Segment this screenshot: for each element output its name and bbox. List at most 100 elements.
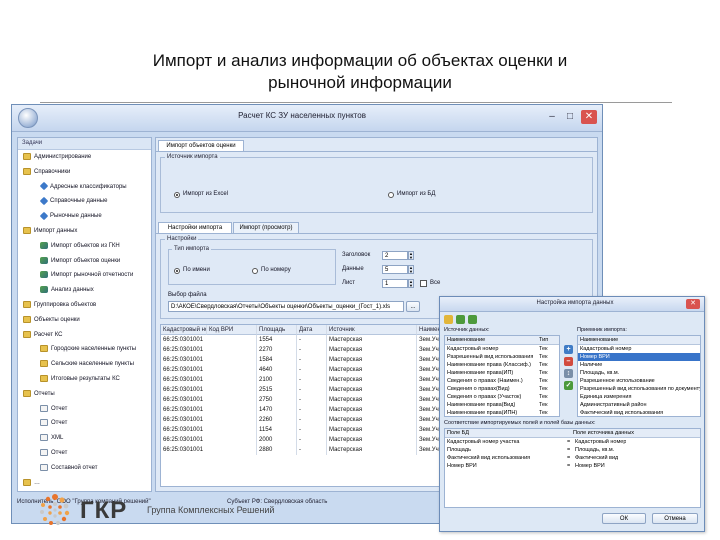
- cancel-button[interactable]: Отмена: [652, 513, 698, 524]
- source-field-row[interactable]: Наименование права (Классиф.) Тек: [445, 361, 559, 369]
- confirm-check-icon[interactable]: [456, 315, 465, 324]
- target-field-row[interactable]: Наличие: [578, 361, 700, 369]
- source-field-row[interactable]: Кадастровый номер Тек: [445, 345, 559, 353]
- source-fields-list: Наименование Тип Кадастровый номер Тек Разр…: [444, 335, 560, 417]
- data-row-stepper[interactable]: 5: [382, 265, 408, 274]
- table-cell: -: [297, 435, 327, 445]
- sidebar-item[interactable]: Рыночные данные: [39, 211, 102, 221]
- file-path-input[interactable]: D:\АКОЕ\Свердловская\Отчеты\Объекты оцен…: [168, 301, 404, 312]
- source-field-name: Наименование права(ИП): [447, 370, 514, 376]
- table-cell: Мастерская: [327, 425, 417, 435]
- tab-import-settings[interactable]: Настройки импорта: [158, 222, 232, 233]
- add-mapping-icon[interactable]: +: [564, 345, 573, 354]
- subtab-divider: [156, 233, 597, 234]
- sidebar-item[interactable]: Итоговые результаты КС: [40, 374, 120, 384]
- header-row-stepper-arrows[interactable]: ▲ ▼: [408, 251, 414, 260]
- grid-column-header[interactable]: Кадастровый номер: [161, 325, 207, 335]
- sidebar-item[interactable]: Составной отчет: [40, 463, 98, 473]
- auto-mapping-icon[interactable]: ✓: [564, 381, 573, 390]
- sidebar-item[interactable]: Объекты оценки: [23, 315, 80, 325]
- source-field-row[interactable]: Сведения о правах (Наимен.) Тек: [445, 377, 559, 385]
- table-cell: -: [297, 425, 327, 435]
- radio-import-db[interactable]: [388, 192, 394, 198]
- source-field-row[interactable]: Наименование права(Вид) Тек: [445, 401, 559, 409]
- source-data-label: Источник данных:: [444, 327, 490, 333]
- sidebar-item-label: Городские населенные пункты: [51, 346, 137, 353]
- app-orb-icon[interactable]: [18, 108, 38, 128]
- sidebar-item[interactable]: Справочники: [23, 167, 70, 177]
- mapping-row[interactable]: Фактический вид использования = Фактически…: [445, 454, 700, 462]
- sidebar-item[interactable]: Отчет: [40, 404, 67, 414]
- sidebar-item[interactable]: Импорт объектов из ГКН: [40, 241, 120, 251]
- sheet-stepper-arrows[interactable]: ▲ ▼: [408, 279, 414, 288]
- grid-column-header[interactable]: Источник: [327, 325, 417, 335]
- radio-by-name[interactable]: [174, 268, 180, 274]
- sidebar-item[interactable]: XML: [40, 433, 63, 443]
- tab-import-objects[interactable]: Импорт объектов оценки: [158, 140, 244, 151]
- sheet-stepper[interactable]: 1: [382, 279, 408, 288]
- sidebar-item[interactable]: Справочные данные: [39, 196, 107, 206]
- header-row-stepper[interactable]: 2: [382, 251, 408, 260]
- sidebar-item[interactable]: Администрирование: [23, 152, 91, 162]
- sidebar-item[interactable]: Группировка объектов: [23, 300, 96, 310]
- mapping-source-field: Кадастровый номер: [575, 439, 627, 445]
- sidebar-item[interactable]: Адресные классификаторы: [39, 181, 127, 192]
- source-field-row[interactable]: Сведения о правах(Вид) Тек: [445, 385, 559, 393]
- table-cell: Мастерская: [327, 395, 417, 405]
- target-field-row[interactable]: Номер ВРИ: [578, 353, 700, 361]
- target-field-row[interactable]: Разрешенное использование: [578, 377, 700, 385]
- target-field-row[interactable]: Административный район: [578, 401, 700, 409]
- target-field-row[interactable]: Кадастровый номер: [578, 345, 700, 353]
- maximize-button[interactable]: □: [562, 110, 578, 124]
- mapping-row[interactable]: Площадь = Площадь, кв.м.: [445, 446, 700, 454]
- remove-mapping-icon[interactable]: –: [564, 357, 573, 366]
- target-field-row[interactable]: Фактический вид использования: [578, 409, 700, 416]
- mapping-row[interactable]: Номер ВРИ = Номер ВРИ: [445, 462, 700, 470]
- logo-text: ГКР: [80, 497, 128, 524]
- apply-check-icon[interactable]: [468, 315, 477, 324]
- sidebar-item[interactable]: Анализ данных: [40, 285, 94, 295]
- window-titlebar: Расчет КС ЗУ населенных пунктов – □ ✕: [12, 105, 602, 132]
- sidebar-item-label: Рыночные данные: [50, 213, 102, 220]
- target-field-row[interactable]: Единица измерения: [578, 393, 700, 401]
- ok-button[interactable]: ОК: [602, 513, 646, 524]
- sidebar-item[interactable]: …: [23, 478, 40, 488]
- sidebar-item[interactable]: Отчет: [40, 448, 67, 458]
- mapping-row[interactable]: Кадастровый номер участка = Кадастровый но…: [445, 438, 700, 446]
- dialog-close-button[interactable]: ✕: [686, 299, 700, 309]
- table-cell: 66:25:0301001: [161, 335, 257, 345]
- browse-button[interactable]: ...: [406, 301, 420, 312]
- open-folder-icon[interactable]: [444, 315, 453, 324]
- tab-import-preview[interactable]: Импорт (просмотр): [233, 222, 299, 233]
- target-field-row[interactable]: Площадь, кв.м.: [578, 369, 700, 377]
- source-field-row[interactable]: Наименование права(ИП) Тек: [445, 369, 559, 377]
- minimize-button[interactable]: –: [544, 110, 560, 124]
- radio-by-number-label: По номеру: [261, 267, 291, 273]
- close-button[interactable]: ✕: [581, 110, 597, 124]
- sidebar-item[interactable]: Импорт объектов оценки: [40, 256, 120, 266]
- target-field-row[interactable]: Разрешенный вид использования по докумен…: [578, 385, 700, 393]
- sidebar-item[interactable]: Сельские населенные пункты: [40, 359, 134, 369]
- sidebar-item[interactable]: Отчет: [40, 418, 67, 428]
- source-field-row[interactable]: Разрешенный вид использования Тек: [445, 353, 559, 361]
- logo-dot: [58, 505, 62, 509]
- sidebar-item[interactable]: Импорт рыночной отчетности: [40, 270, 133, 280]
- grid-column-header[interactable]: Код ВРИ: [207, 325, 257, 335]
- table-cell: -: [297, 365, 327, 375]
- sidebar-item[interactable]: Отчеты: [23, 389, 55, 399]
- grid-column-header[interactable]: Площадь: [257, 325, 297, 335]
- source-field-row[interactable]: Сведения о правах (Участок) Тек: [445, 393, 559, 401]
- sidebar-item[interactable]: Городские населенные пункты: [40, 344, 136, 354]
- radio-import-excel[interactable]: [174, 192, 180, 198]
- move-mapping-icon[interactable]: ↕: [564, 369, 573, 378]
- all-sheets-checkbox[interactable]: [420, 280, 427, 287]
- radio-by-number[interactable]: [252, 268, 258, 274]
- target-data-label: Приемник импорта:: [577, 327, 627, 333]
- sidebar-item[interactable]: Импорт данных: [23, 226, 77, 236]
- mapping-col-db: Поле БД: [447, 430, 470, 436]
- sidebar-item[interactable]: Расчет КС: [23, 330, 63, 340]
- grid-column-header[interactable]: Дата: [297, 325, 327, 335]
- data-row-stepper-arrows[interactable]: ▲ ▼: [408, 265, 414, 274]
- import-source-group: [160, 157, 593, 213]
- source-field-row[interactable]: Наименование права(ИПН) Тек: [445, 409, 559, 416]
